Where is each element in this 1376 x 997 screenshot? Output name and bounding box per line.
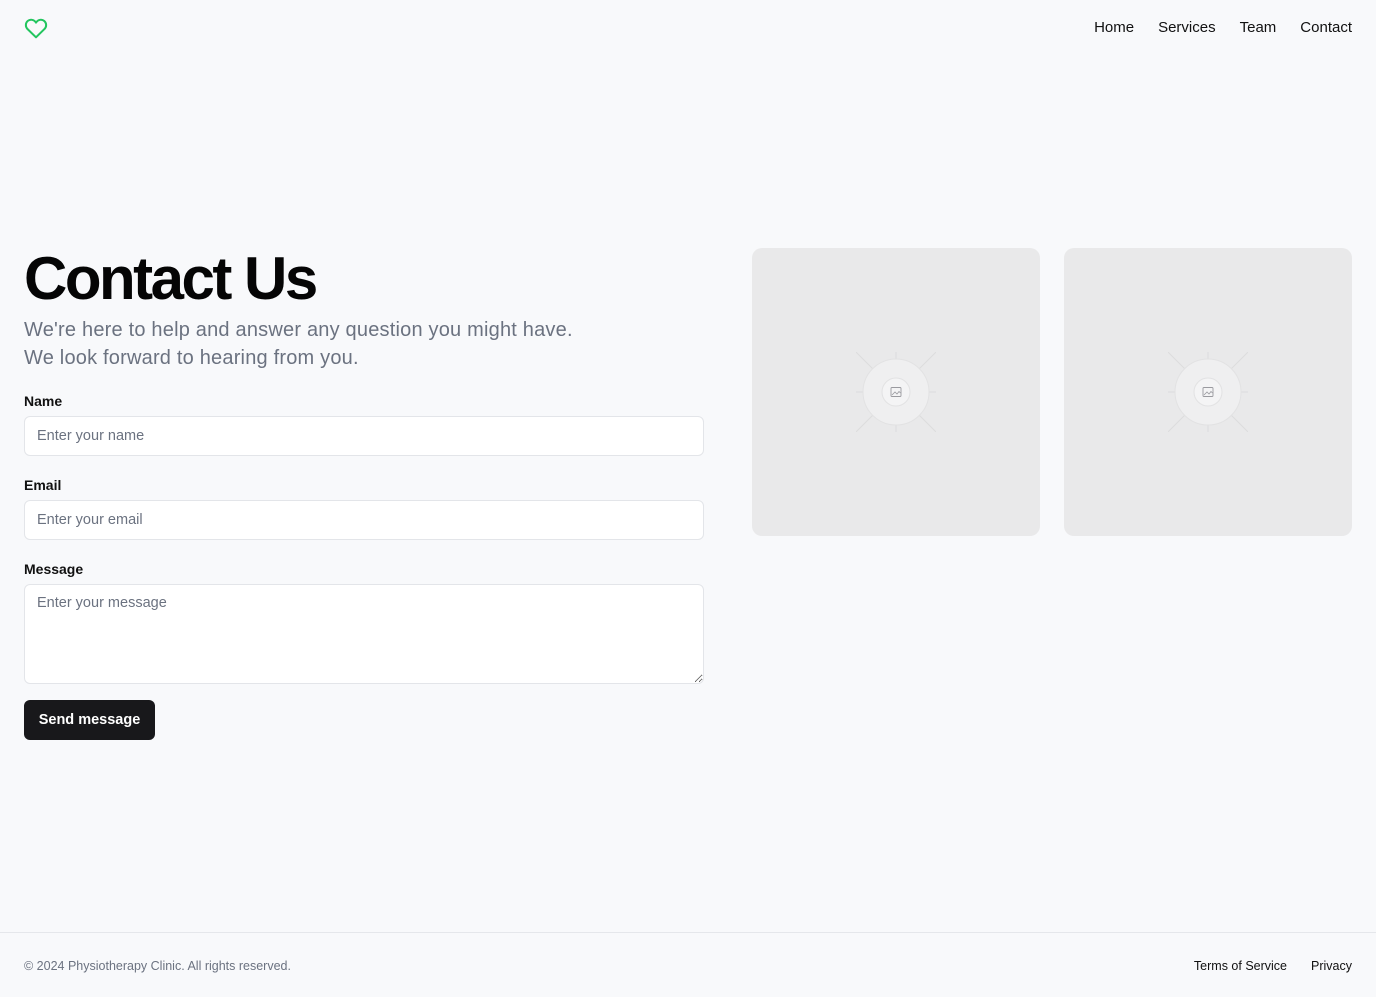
page-subtitle: We're here to help and answer any questi… bbox=[24, 316, 664, 372]
image-placeholder-icon bbox=[1168, 352, 1248, 432]
subtitle-line-1: We're here to help and answer any questi… bbox=[24, 319, 573, 341]
page-title: Contact Us bbox=[24, 245, 318, 312]
nav-services[interactable]: Services bbox=[1158, 18, 1216, 38]
terms-link[interactable]: Terms of Service bbox=[1194, 958, 1287, 974]
nav-contact[interactable]: Contact bbox=[1300, 18, 1352, 38]
name-label: Name bbox=[24, 393, 63, 409]
name-input[interactable] bbox=[24, 416, 704, 456]
message-label: Message bbox=[24, 561, 84, 577]
image-placeholder-icon bbox=[856, 352, 936, 432]
email-label: Email bbox=[24, 477, 62, 493]
nav-team[interactable]: Team bbox=[1240, 18, 1277, 38]
nav-home[interactable]: Home bbox=[1094, 18, 1134, 38]
main-nav: Home Services Team Contact bbox=[1094, 18, 1352, 38]
image-placeholder-2 bbox=[1064, 248, 1352, 536]
copyright-text: © 2024 Physiotherapy Clinic. All rights … bbox=[24, 959, 291, 973]
site-footer: © 2024 Physiotherapy Clinic. All rights … bbox=[0, 932, 1376, 997]
message-textarea[interactable] bbox=[24, 584, 704, 684]
send-message-button[interactable]: Send message bbox=[24, 700, 155, 740]
footer-links: Terms of Service Privacy bbox=[1194, 958, 1352, 974]
privacy-link[interactable]: Privacy bbox=[1311, 958, 1352, 974]
site-header: Home Services Team Contact bbox=[0, 0, 1376, 56]
image-placeholder-1 bbox=[752, 248, 1040, 536]
heart-logo-icon[interactable] bbox=[24, 17, 48, 39]
contact-page: Home Services Team Contact Contact Us We… bbox=[0, 0, 1376, 997]
email-input[interactable] bbox=[24, 500, 704, 540]
subtitle-line-2: We look forward to hearing from you. bbox=[24, 347, 359, 369]
